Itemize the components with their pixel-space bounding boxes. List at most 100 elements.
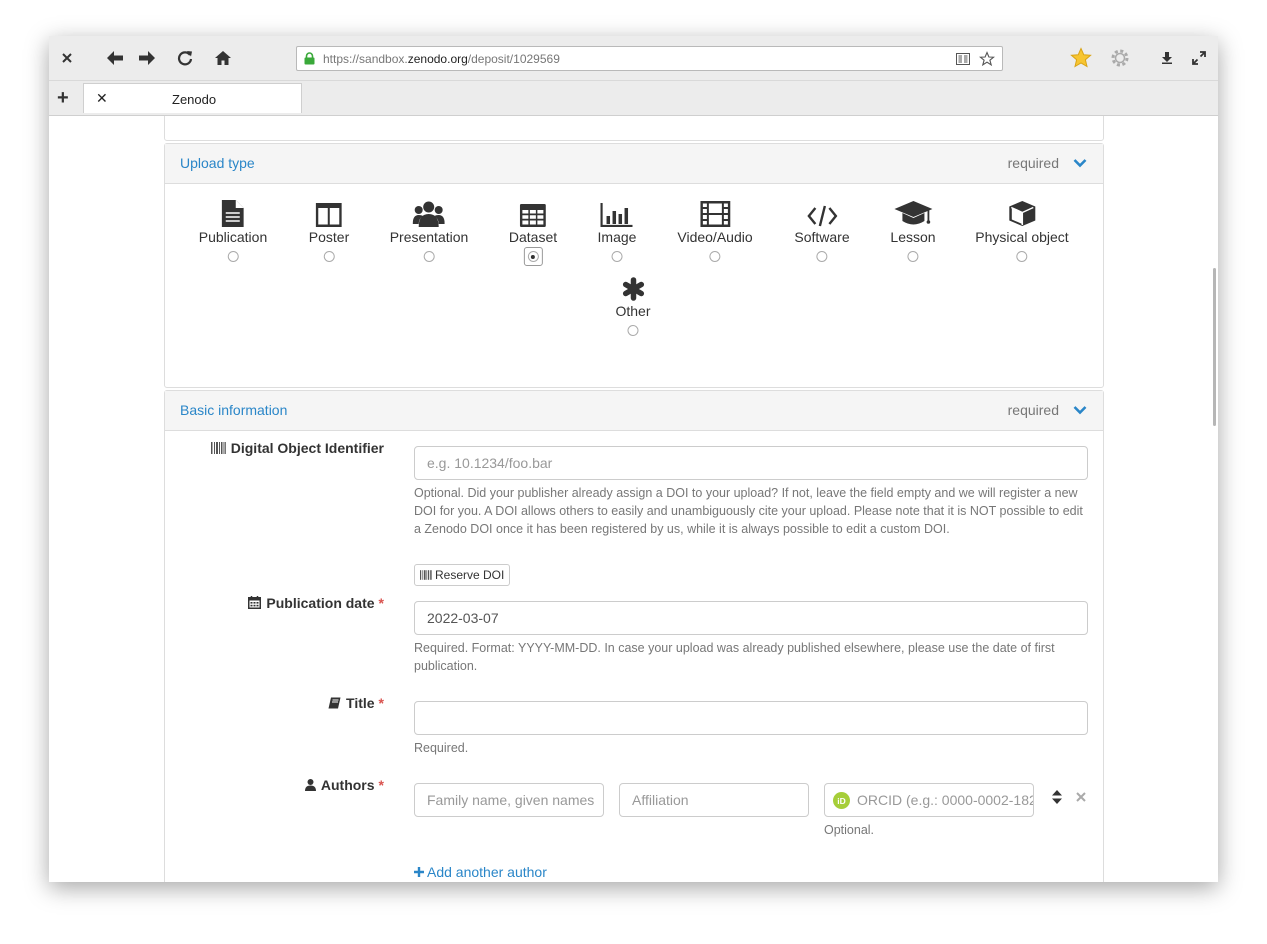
table-icon bbox=[520, 204, 546, 227]
back-icon[interactable] bbox=[102, 45, 128, 71]
code-icon bbox=[807, 205, 837, 227]
add-another-author-link[interactable]: Add another author bbox=[414, 864, 547, 880]
chevron-down-icon[interactable] bbox=[1073, 404, 1087, 416]
author-affiliation-input[interactable]: Affiliation bbox=[619, 783, 809, 817]
upload-type-label: Lesson bbox=[890, 229, 936, 245]
upload-type-radio[interactable] bbox=[907, 251, 919, 262]
reserve-doi-button[interactable]: Reserve DOI bbox=[414, 564, 511, 586]
reader-view-icon[interactable] bbox=[955, 51, 971, 67]
url-bar[interactable]: https://sandbox. zenodo.org/deposit/10295… bbox=[296, 46, 1003, 71]
upload-type-radio[interactable] bbox=[227, 251, 239, 262]
author-name-input[interactable]: Family name, given names bbox=[414, 783, 604, 817]
user-icon bbox=[304, 778, 316, 791]
title-label: Title * bbox=[328, 695, 384, 711]
upload-type-other[interactable]: Other bbox=[615, 273, 651, 340]
upload-type-physical-object[interactable]: Physical object bbox=[975, 199, 1069, 266]
calendar-icon bbox=[248, 596, 262, 610]
upload-type-poster[interactable]: Poster bbox=[309, 199, 349, 266]
author-orcid-input[interactable]: iD ORCID (e.g.: 0000-0002-1825-0097) bbox=[824, 783, 1034, 817]
upload-type-label: Software bbox=[794, 229, 850, 245]
browser-window: https://sandbox. zenodo.org/deposit/10295… bbox=[49, 36, 1218, 882]
chevron-down-icon[interactable] bbox=[1073, 157, 1087, 169]
title-label-text: Title bbox=[346, 695, 375, 711]
upload-type-label: Image bbox=[597, 229, 637, 245]
title-input[interactable] bbox=[414, 701, 1088, 735]
svg-text:iD: iD bbox=[837, 796, 846, 806]
upload-type-radio[interactable] bbox=[709, 251, 721, 262]
previous-panel bbox=[164, 116, 1104, 141]
cube-icon bbox=[1008, 201, 1035, 226]
orcid-placeholder: ORCID (e.g.: 0000-0002-1825-0097) bbox=[857, 792, 1033, 808]
asterisk-icon bbox=[622, 277, 644, 301]
plus-icon bbox=[414, 866, 424, 877]
orcid-help: Optional. bbox=[824, 823, 875, 837]
title-help: Required. bbox=[414, 741, 469, 755]
upload-type-lesson[interactable]: Lesson bbox=[890, 199, 936, 266]
upload-type-radio[interactable] bbox=[611, 251, 623, 262]
reload-icon[interactable] bbox=[172, 45, 198, 71]
barcode-icon bbox=[210, 441, 226, 454]
upload-type-image[interactable]: Image bbox=[597, 199, 637, 266]
upload-type-video-audio[interactable]: Video/Audio bbox=[677, 199, 753, 266]
new-tab-icon[interactable]: + bbox=[57, 87, 69, 110]
publication-date-help: Required. Format: YYYY-MM-DD. In case yo… bbox=[414, 641, 1055, 673]
remove-author-icon[interactable] bbox=[1076, 792, 1086, 802]
upload-type-radio[interactable] bbox=[1016, 251, 1028, 262]
orcid-icon: iD bbox=[833, 791, 850, 809]
upload-type-label: Other bbox=[615, 303, 651, 319]
basic-information-panel: Basic information required Digital Objec… bbox=[164, 390, 1104, 882]
url-path: /deposit/1029569 bbox=[467, 51, 560, 66]
barcode-icon bbox=[420, 570, 432, 580]
upload-type-radio[interactable] bbox=[627, 325, 639, 336]
page-viewport: Upload type required Publication Poster bbox=[49, 116, 1218, 882]
file-text-icon bbox=[222, 200, 244, 227]
tab-title: Zenodo bbox=[172, 92, 217, 107]
page-scrollbar[interactable] bbox=[1213, 268, 1216, 426]
upload-type-dataset[interactable]: Dataset bbox=[509, 199, 557, 266]
browser-toolbar: https://sandbox. zenodo.org/deposit/10295… bbox=[49, 36, 1218, 81]
forward-icon[interactable] bbox=[134, 45, 160, 71]
add-another-author-label: Add another author bbox=[427, 864, 547, 880]
authors-label: Authors * bbox=[304, 777, 384, 793]
publication-date-input[interactable]: 2022-03-07 bbox=[414, 601, 1088, 635]
upload-type-panel: Upload type required Publication Poster bbox=[164, 143, 1104, 388]
basic-information-required: required bbox=[1007, 402, 1059, 418]
upload-type-radio[interactable] bbox=[423, 251, 435, 262]
upload-type-radio[interactable] bbox=[323, 251, 335, 262]
bookmark-star-icon[interactable] bbox=[979, 51, 995, 67]
url-prefix: https://sandbox. bbox=[323, 51, 408, 66]
upload-type-label: Dataset bbox=[508, 229, 558, 245]
lock-icon bbox=[304, 52, 315, 65]
publication-date-label-text: Publication date bbox=[266, 595, 375, 611]
tab-bar: + ✕ Zenodo bbox=[49, 81, 1218, 116]
basic-information-title: Basic information bbox=[180, 402, 288, 418]
upload-type-header[interactable]: Upload type required bbox=[165, 144, 1103, 184]
upload-type-software[interactable]: Software bbox=[794, 199, 850, 266]
doi-label-text: Digital Object Identifier bbox=[230, 440, 384, 456]
doi-label: Digital Object Identifier bbox=[210, 440, 384, 456]
basic-information-header[interactable]: Basic information required bbox=[165, 391, 1103, 431]
tab-close-icon[interactable]: ✕ bbox=[96, 90, 108, 107]
upload-type-radio[interactable] bbox=[527, 251, 539, 262]
sort-handle-icon[interactable] bbox=[1052, 790, 1062, 804]
download-icon[interactable] bbox=[1154, 45, 1180, 71]
fullscreen-icon[interactable] bbox=[1186, 45, 1212, 71]
upload-type-publication[interactable]: Publication bbox=[199, 199, 267, 266]
doi-input[interactable]: e.g. 10.1234/foo.bar bbox=[414, 446, 1088, 480]
upload-type-label: Presentation bbox=[389, 229, 469, 245]
film-icon bbox=[700, 201, 730, 227]
home-icon[interactable] bbox=[210, 45, 236, 71]
upload-type-label: Video/Audio bbox=[677, 229, 753, 245]
close-window-icon[interactable] bbox=[54, 45, 80, 71]
doi-help-text: Optional. Did your publisher already ass… bbox=[414, 486, 1083, 536]
upload-type-presentation[interactable]: Presentation bbox=[389, 199, 469, 266]
favorites-star-icon[interactable] bbox=[1068, 45, 1094, 71]
upload-type-label: Physical object bbox=[975, 229, 1069, 245]
tab-zenodo[interactable]: ✕ Zenodo bbox=[83, 83, 302, 113]
settings-gear-icon[interactable] bbox=[1107, 45, 1133, 71]
upload-type-radio[interactable] bbox=[816, 251, 828, 262]
upload-type-title: Upload type bbox=[180, 155, 255, 171]
publication-date-label: Publication date * bbox=[248, 595, 384, 611]
book-icon bbox=[328, 697, 341, 709]
upload-type-required: required bbox=[1007, 155, 1059, 171]
